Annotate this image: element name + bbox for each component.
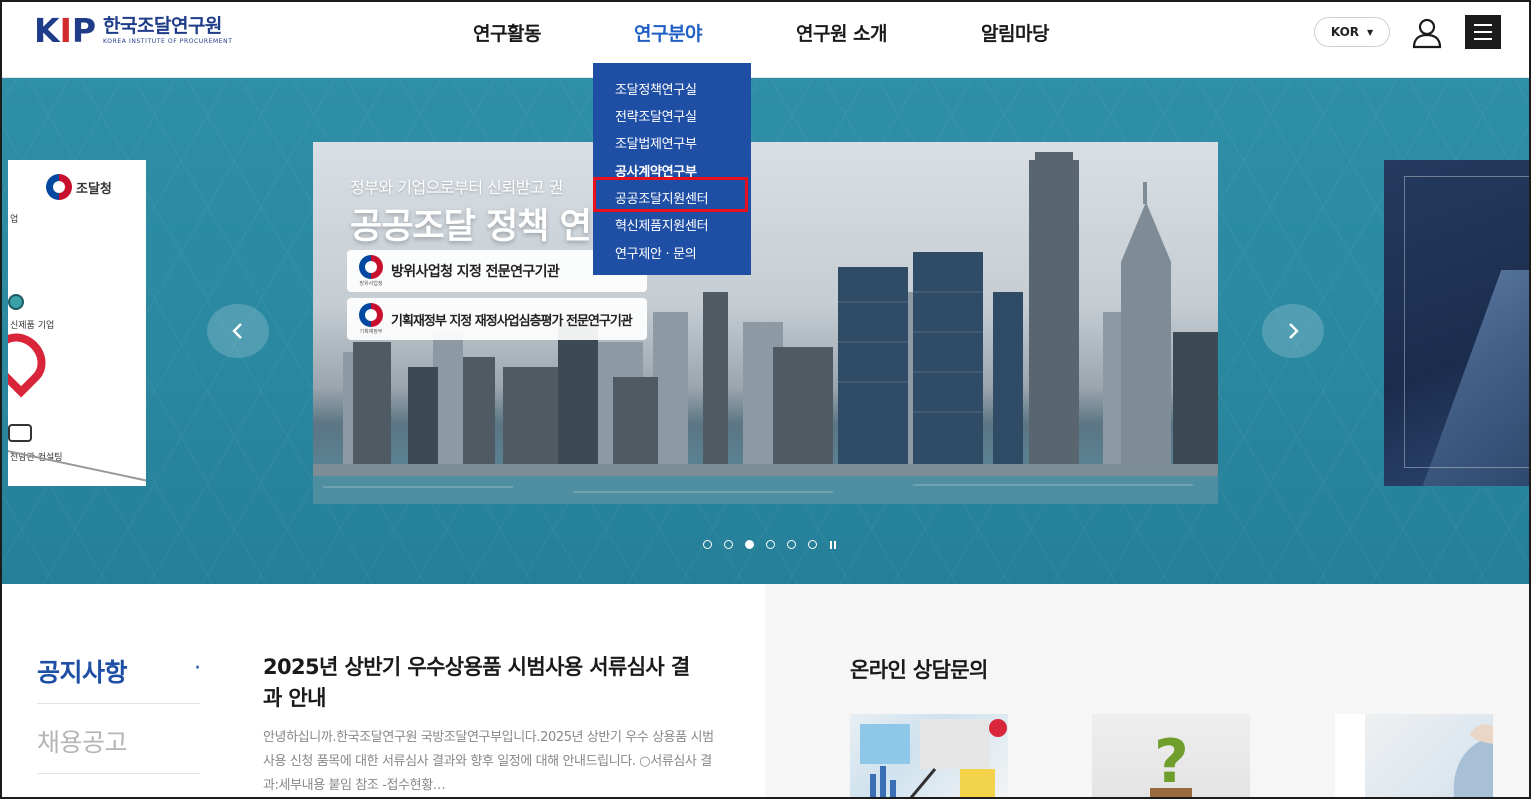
logo-mark-text: KIP (34, 11, 96, 50)
consultation-thumbnail-person[interactable] (1335, 714, 1493, 799)
taegeuk-emblem-icon (46, 174, 72, 200)
dropdown-item-public-procurement-support[interactable]: 공공조달지원센터 (615, 188, 709, 207)
svg-text:?: ? (1154, 727, 1189, 797)
chevron-right-icon (1289, 323, 1299, 339)
dropdown-item-innovative-product-support[interactable]: 혁신제품지원센터 (615, 215, 709, 234)
dropdown-item-research-inquiry[interactable]: 연구제안 · 문의 (615, 243, 697, 262)
pagination-dot[interactable] (787, 540, 796, 549)
consultation-thumbnail-documents[interactable] (850, 714, 1008, 799)
preview-text: 업 (10, 215, 19, 225)
consultation-thumbnail-question[interactable]: ? (1092, 714, 1250, 799)
pps-logo: 조달청 (46, 174, 112, 200)
hamburger-icon-line (1474, 38, 1492, 40)
slide-preview-next[interactable] (1384, 160, 1531, 486)
badge-logo: 기획재정부 (359, 303, 383, 335)
badge-logo: 방위사업청 (359, 255, 383, 287)
tab-recruitment[interactable]: 채용공고 (37, 723, 128, 759)
tab-divider (37, 773, 200, 774)
badge-text: 기획재정부 지정 재정사업심층평가 전문연구기관 (391, 313, 633, 329)
logo-text: 한국조달연구원 KOREA INSTITUTE OF PROCUREMENT (103, 16, 232, 45)
slide-preview-previous[interactable]: 조달청 업 신제품 기업 전담관 컨설팅 (8, 160, 146, 486)
taegeuk-emblem-icon (359, 303, 383, 327)
pagination-dot[interactable] (808, 540, 817, 549)
car-icon (8, 424, 32, 442)
logo-name-ko: 한국조달연구원 (103, 15, 222, 38)
hamburger-icon-line (1474, 31, 1492, 33)
chevron-left-icon (232, 323, 242, 339)
pagination-dot-active[interactable] (745, 540, 754, 549)
consultation-title: 온라인 상담문의 (850, 658, 988, 682)
nav-item-about[interactable]: 연구원 소개 (796, 19, 888, 46)
notice-board: 공지사항 · 채용공고 2025년 상반기 우수상용품 시범사용 서류심사 결과… (0, 584, 765, 799)
carousel-prev-button[interactable] (207, 304, 269, 358)
pps-logo-text: 조달청 (76, 181, 112, 197)
certification-badge-mof: 기획재정부 기획재정부 지정 재정사업심층평가 전문연구기관 (347, 298, 647, 340)
hamburger-menu-button[interactable] (1465, 15, 1501, 49)
documents-image (860, 719, 1007, 799)
person-image (1335, 714, 1493, 799)
dropdown-item-procurement-policy[interactable]: 조달정책연구실 (615, 79, 697, 98)
taegeuk-emblem-icon (359, 255, 383, 279)
pagination-dot[interactable] (766, 540, 775, 549)
pagination-dot[interactable] (724, 540, 733, 549)
globe-icon (8, 294, 24, 310)
location-pin-icon (8, 322, 57, 398)
carousel-next-button[interactable] (1262, 304, 1324, 358)
preview-text: 신제품 기업 (10, 321, 55, 331)
pagination-dot[interactable] (703, 540, 712, 549)
logo-name-en: KOREA INSTITUTE OF PROCUREMENT (103, 37, 233, 45)
badge-logo-caption: 방위사업청 (359, 281, 383, 287)
nav-item-research-fields[interactable]: 연구분야 (634, 19, 702, 46)
preview-frame (1404, 176, 1531, 468)
dropdown-item-construction-contract[interactable]: 공사계약연구부 (615, 161, 697, 180)
question-mark-image: ? (1150, 727, 1192, 799)
research-fields-dropdown: 조달정책연구실 전략조달연구실 조달법제연구부 공사계약연구부 공공조달지원센터… (593, 63, 751, 275)
active-tab-marker: · (194, 656, 201, 681)
dropdown-item-procurement-law[interactable]: 조달법제연구부 (615, 133, 697, 152)
slide-title: 공공조달 정책 연 (350, 207, 592, 247)
language-selector-label: KOR (1330, 25, 1360, 39)
tab-notices[interactable]: 공지사항 (37, 653, 128, 689)
carousel-pagination (703, 540, 836, 549)
language-selector[interactable]: KOR ▼ (1314, 17, 1390, 47)
pause-icon[interactable] (830, 540, 836, 549)
site-logo[interactable]: KIP 한국조달연구원 KOREA INSTITUTE OF PROCUREME… (34, 14, 233, 47)
nav-item-research-activities[interactable]: 연구활동 (473, 19, 541, 46)
slide-subtitle: 정부와 기업으로부터 신뢰받고 권 (350, 178, 563, 197)
nav-item-notices[interactable]: 알림마당 (981, 19, 1049, 46)
badge-logo-caption: 기획재정부 (359, 329, 383, 335)
caret-down-icon: ▼ (1367, 27, 1374, 37)
active-slide[interactable]: 정부와 기업으로부터 신뢰받고 권 공공조달 정책 연 방위사업청 방위사업청 … (313, 142, 1218, 504)
online-consultation-section: 온라인 상담문의 ? (765, 584, 1531, 799)
user-icon[interactable] (1410, 16, 1444, 50)
notice-title-link[interactable]: 2025년 상반기 우수상용품 시범사용 서류심사 결과 안내 (263, 652, 703, 714)
hamburger-icon-line (1474, 24, 1492, 26)
dropdown-item-strategic-procurement[interactable]: 전략조달연구실 (615, 106, 697, 125)
hero-carousel: 조달청 업 신제품 기업 전담관 컨설팅 (0, 78, 1531, 584)
badge-text: 방위사업청 지정 전문연구기관 (391, 264, 560, 280)
notice-description: 안녕하십니까.한국조달연구원 국방조달연구부입니다.2025년 상반기 우수 상… (263, 730, 714, 793)
tab-divider (37, 703, 200, 704)
logo-mark: KIP (34, 11, 96, 50)
site-header: KIP 한국조달연구원 KOREA INSTITUTE OF PROCUREME… (0, 0, 1531, 78)
